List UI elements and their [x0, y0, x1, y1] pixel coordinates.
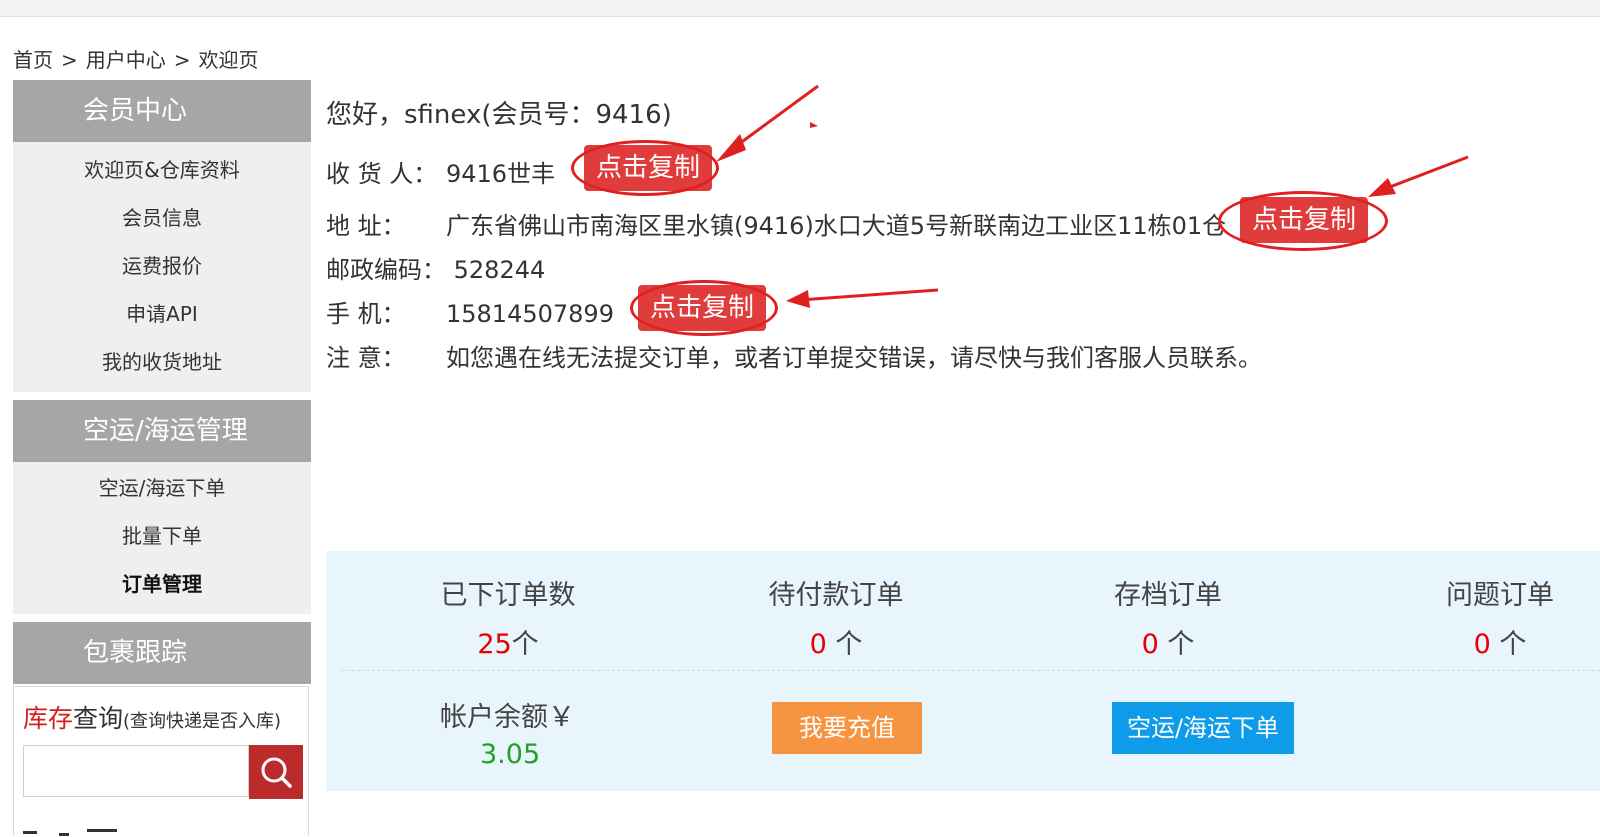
note-row: 注 意： 如您遇在线无法提交订单，或者订单提交错误，请尽快与我们客服人员联系。 [326, 338, 1262, 373]
top-bar [0, 0, 1600, 17]
stat-archived-unit: 个 [1158, 629, 1195, 660]
breadcrumb-home[interactable]: 首页 [13, 48, 53, 72]
sidebar-section-member-center[interactable]: 会员中心 [13, 80, 311, 142]
arrowhead [716, 134, 746, 162]
balance-label: 帐户余额￥ [440, 702, 575, 733]
stock-query-box: 库存查询(查询快递是否入库) [13, 686, 309, 836]
arrow-mark [810, 122, 818, 128]
mobile-label: 手 机： [326, 300, 406, 328]
breadcrumb-current: 欢迎页 [198, 48, 259, 72]
breadcrumb: 首页 > 用户中心 > 欢迎页 [13, 44, 265, 73]
mobile-row: 手 机： 15814507899 [326, 294, 614, 329]
sidebar-section-shipping[interactable]: 空运/海运管理 [13, 400, 311, 462]
stock-query-search-button[interactable] [249, 745, 303, 799]
stats-panel: 已下订单数 25个 待付款订单 0 个 存档订单 0 个 问题订单 0 个 帐户… [326, 551, 1600, 791]
stat-problem-title: 问题订单 [1446, 580, 1554, 611]
stock-query-input[interactable] [23, 745, 249, 797]
stock-query-title: 库存查询(查询快递是否入库) [23, 699, 281, 735]
arrow-line [799, 288, 939, 302]
stat-placed-title: 已下订单数 [440, 580, 576, 611]
greeting: 您好，sfinex(会员号：9416) [326, 100, 672, 130]
address-label: 地 址： [326, 212, 406, 240]
stat-unpaid-unit: 个 [826, 629, 863, 660]
stat-problem-unit: 个 [1490, 629, 1527, 660]
stat-placed-value: 25 [477, 629, 512, 660]
stat-archived-orders[interactable]: 存档订单 0 个 [1068, 573, 1268, 661]
sidebar-item-batch-order[interactable]: 批量下单 [13, 512, 311, 560]
arrow-line [1381, 155, 1469, 192]
mobile-value: 15814507899 [446, 300, 614, 328]
breadcrumb-separator: > [61, 48, 78, 72]
receiver-value: 9416世丰 [446, 160, 556, 188]
postcode-value: 528244 [453, 256, 546, 284]
arrowhead [1368, 178, 1396, 197]
sidebar: 会员中心 欢迎页&仓库资料 会员信息 运费报价 申请API 我的收货地址 空运/… [13, 80, 311, 684]
sidebar-item-apply-api[interactable]: 申请API [13, 290, 311, 338]
stock-query-title-red: 库存 [23, 704, 74, 733]
stat-problem-orders[interactable]: 问题订单 0 个 [1400, 573, 1600, 661]
annotation-circle [571, 140, 719, 196]
sidebar-item-order-management[interactable]: 订单管理 [13, 560, 311, 608]
stat-placed-orders[interactable]: 已下订单数 25个 [408, 573, 608, 661]
recharge-button[interactable]: 我要充值 [772, 702, 922, 754]
stat-unpaid-title: 待付款订单 [768, 580, 904, 611]
stat-unpaid-orders[interactable]: 待付款订单 0 个 [736, 573, 936, 661]
stock-query-title-rest: 查询 [73, 704, 124, 733]
balance-value: 3.05 [480, 739, 541, 770]
receiver-label: 收 货 人： [326, 160, 438, 188]
sidebar-section-tracking[interactable]: 包裹跟踪 [13, 622, 311, 684]
note-value: 如您遇在线无法提交订单，或者订单提交错误，请尽快与我们客服人员联系。 [446, 344, 1262, 372]
stats-divider [342, 670, 1600, 671]
sidebar-item-shipping-quote[interactable]: 运费报价 [13, 242, 311, 290]
sidebar-item-place-order[interactable]: 空运/海运下单 [13, 464, 311, 512]
address-value: 广东省佛山市南海区里水镇(9416)水口大道5号新联南边工业区11栋01仓 [446, 212, 1227, 240]
address-row: 地 址： 广东省佛山市南海区里水镇(9416)水口大道5号新联南边工业区11栋01… [326, 206, 1226, 241]
stat-unpaid-value: 0 [809, 629, 827, 660]
receiver-row: 收 货 人： 9416世丰 [326, 154, 555, 189]
arrow-line [727, 84, 819, 154]
search-icon [261, 757, 292, 788]
annotation-circle [1218, 191, 1388, 251]
breadcrumb-user-center[interactable]: 用户中心 [86, 48, 166, 72]
stat-archived-value: 0 [1141, 629, 1159, 660]
arrowhead [786, 290, 810, 308]
stock-extra-cutoff [23, 811, 193, 837]
note-label: 注 意： [326, 344, 406, 372]
postcode-row: 邮政编码： 528244 [326, 250, 545, 285]
breadcrumb-separator: > [173, 48, 191, 72]
place-order-button[interactable]: 空运/海运下单 [1112, 702, 1294, 754]
stat-archived-title: 存档订单 [1114, 580, 1222, 611]
stat-problem-value: 0 [1473, 629, 1491, 660]
stat-placed-unit: 个 [511, 629, 539, 660]
stock-query-note: (查询快递是否入库) [123, 711, 282, 732]
sidebar-item-my-addresses[interactable]: 我的收货地址 [13, 338, 311, 386]
annotation-circle [630, 280, 778, 336]
postcode-label: 邮政编码： [326, 256, 446, 284]
sidebar-item-member-info[interactable]: 会员信息 [13, 194, 311, 242]
sidebar-item-welcome-warehouse[interactable]: 欢迎页&仓库资料 [13, 146, 311, 194]
